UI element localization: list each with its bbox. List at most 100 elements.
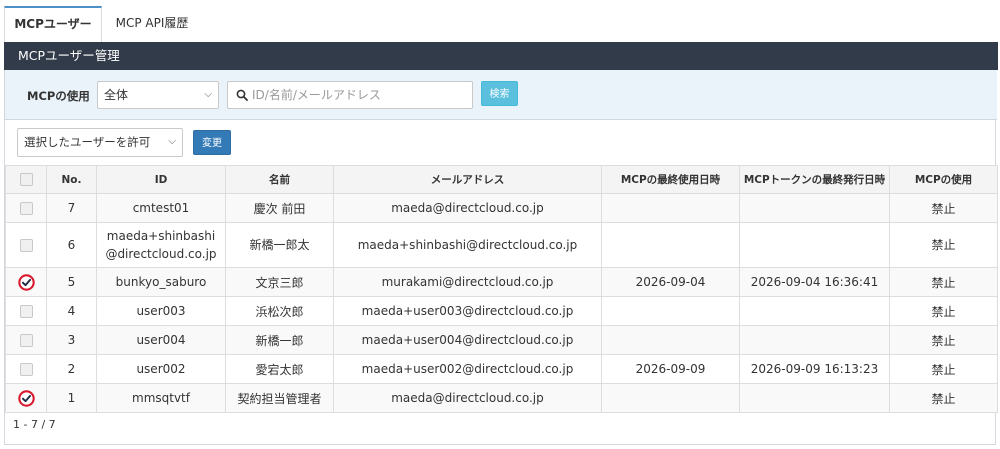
table-row[interactable]: 2 user002 愛宕太郎 maeda+user002@directcloud.co… bbox=[5, 354, 998, 384]
chevron-down-icon: ⌵ bbox=[168, 136, 176, 147]
user-id: maeda+shinbashi@directcloud.co.jp bbox=[96, 222, 226, 268]
select-all-header bbox=[5, 165, 47, 194]
users-table: No. ID 名前 メールアドレス MCPの最終使用日時 MCPトークンの最終発… bbox=[5, 165, 998, 413]
last-token-date bbox=[739, 193, 890, 223]
last-token-date bbox=[739, 383, 890, 413]
last-used-date: 2026-09-09 bbox=[601, 354, 740, 384]
mcp-usage-status: 禁止 bbox=[889, 267, 998, 297]
column-header-no: No. bbox=[46, 165, 97, 194]
user-email: maeda+user004@directcloud.co.jp bbox=[333, 325, 602, 355]
tab-mcp-users[interactable]: MCPユーザー bbox=[4, 6, 102, 42]
mcp-usage-status: 禁止 bbox=[889, 383, 998, 413]
row-checkbox[interactable] bbox=[19, 363, 33, 376]
last-used-date: 2026-09-04 bbox=[601, 267, 740, 297]
row-number: 4 bbox=[46, 296, 97, 326]
last-token-date: 2026-09-04 16:36:41 bbox=[739, 267, 890, 297]
user-id: cmtest01 bbox=[96, 193, 226, 223]
tab-bar: MCPユーザー MCP API履歴 bbox=[0, 0, 1000, 42]
user-name: 文京三郎 bbox=[225, 267, 334, 297]
last-token-date: 2026-09-09 16:13:23 bbox=[739, 354, 890, 384]
column-header-email: メールアドレス bbox=[333, 165, 602, 194]
user-name: 契約担当管理者 bbox=[225, 383, 334, 413]
mcp-usage-status: 禁止 bbox=[889, 325, 998, 355]
search-input[interactable] bbox=[252, 82, 468, 108]
tab-mcp-api-history[interactable]: MCP API履歴 bbox=[102, 6, 202, 42]
table-row[interactable]: 3 user004 新橋一郎 maeda+user004@directcloud.co… bbox=[5, 325, 998, 355]
user-name: 新橋一郎 bbox=[225, 325, 334, 355]
column-header-last-token: MCPトークンの最終発行日時 bbox=[739, 165, 890, 194]
check-circle-icon[interactable] bbox=[17, 273, 35, 291]
table-row[interactable]: 4 user003 浜松次郎 maeda+user003@directcloud.co… bbox=[5, 296, 998, 326]
check-circle-icon[interactable] bbox=[17, 389, 35, 407]
row-checkbox[interactable] bbox=[19, 305, 33, 318]
last-token-date bbox=[739, 325, 890, 355]
row-select-cell bbox=[5, 222, 47, 268]
column-header-name: 名前 bbox=[225, 165, 334, 194]
last-used-date bbox=[601, 193, 740, 223]
user-email: maeda+user002@directcloud.co.jp bbox=[333, 354, 602, 384]
column-header-last-used: MCPの最終使用日時 bbox=[601, 165, 740, 194]
mcp-usage-status: 禁止 bbox=[889, 193, 998, 223]
user-id: mmsqtvtf bbox=[96, 383, 226, 413]
last-token-date bbox=[739, 296, 890, 326]
filter-bar: MCPの使用 全体 ⌵ 検索 bbox=[5, 70, 997, 120]
user-name: 慶次 前田 bbox=[225, 193, 334, 223]
user-id: user003 bbox=[96, 296, 226, 326]
row-number: 6 bbox=[46, 222, 97, 268]
row-checkbox[interactable] bbox=[19, 202, 33, 215]
table-row[interactable]: 6 maeda+shinbashi@directcloud.co.jp 新橋一郎太 m… bbox=[5, 222, 998, 268]
row-checkbox[interactable] bbox=[19, 239, 33, 252]
select-all-checkbox[interactable] bbox=[19, 173, 33, 186]
mcp-user-panel: MCPユーザー管理 MCPの使用 全体 ⌵ 検索 選択したユーザーを許可 ⌵ 変… bbox=[4, 42, 998, 445]
user-email: maeda@directcloud.co.jp bbox=[333, 383, 602, 413]
user-id: bunkyo_saburo bbox=[96, 267, 226, 297]
table-row[interactable]: 5 bunkyo_saburo 文京三郎 murakami@directcloud.c… bbox=[5, 267, 998, 297]
user-id: user002 bbox=[96, 354, 226, 384]
change-button[interactable]: 変更 bbox=[193, 130, 231, 155]
row-select-cell bbox=[5, 267, 47, 297]
column-header-id: ID bbox=[96, 165, 226, 194]
row-number: 3 bbox=[46, 325, 97, 355]
mcp-usage-status: 禁止 bbox=[889, 222, 998, 268]
user-name: 浜松次郎 bbox=[225, 296, 334, 326]
row-number: 2 bbox=[46, 354, 97, 384]
mcp-usage-status: 禁止 bbox=[889, 354, 998, 384]
table-row[interactable]: 7 cmtest01 慶次 前田 maeda@directcloud.co.jp 禁止 bbox=[5, 193, 998, 223]
last-token-date bbox=[739, 222, 890, 268]
user-email: murakami@directcloud.co.jp bbox=[333, 267, 602, 297]
user-email: maeda+shinbashi@directcloud.co.jp bbox=[333, 222, 602, 268]
search-box[interactable] bbox=[227, 81, 473, 109]
search-button[interactable]: 検索 bbox=[481, 81, 518, 106]
table-header-row: No. ID 名前 メールアドレス MCPの最終使用日時 MCPトークンの最終発… bbox=[5, 165, 998, 194]
pagination-info: 1 - 7 / 7 bbox=[13, 418, 56, 431]
user-name: 愛宕太郎 bbox=[225, 354, 334, 384]
mcp-usage-filter-select[interactable]: 全体 ⌵ bbox=[97, 81, 219, 109]
chevron-down-icon: ⌵ bbox=[204, 89, 212, 100]
last-used-date bbox=[601, 325, 740, 355]
row-number: 1 bbox=[46, 383, 97, 413]
search-icon bbox=[236, 89, 248, 101]
bulk-action-select[interactable]: 選択したユーザーを許可 ⌵ bbox=[17, 128, 183, 157]
user-name: 新橋一郎太 bbox=[225, 222, 334, 268]
table-row[interactable]: 1 mmsqtvtf 契約担当管理者 maeda@directcloud.co.jp 禁… bbox=[5, 383, 998, 413]
user-id: user004 bbox=[96, 325, 226, 355]
row-checkbox[interactable] bbox=[19, 334, 33, 347]
row-select-cell bbox=[5, 296, 47, 326]
user-email: maeda@directcloud.co.jp bbox=[333, 193, 602, 223]
row-number: 5 bbox=[46, 267, 97, 297]
last-used-date bbox=[601, 383, 740, 413]
user-email: maeda+user003@directcloud.co.jp bbox=[333, 296, 602, 326]
mcp-usage-filter-value: 全体 bbox=[104, 88, 129, 102]
last-used-date bbox=[601, 222, 740, 268]
panel-title: MCPユーザー管理 bbox=[4, 42, 998, 70]
row-select-cell bbox=[5, 325, 47, 355]
mcp-usage-status: 禁止 bbox=[889, 296, 998, 326]
row-select-cell bbox=[5, 354, 47, 384]
column-header-usage: MCPの使用 bbox=[889, 165, 998, 194]
last-used-date bbox=[601, 296, 740, 326]
row-select-cell bbox=[5, 383, 47, 413]
row-select-cell bbox=[5, 193, 47, 223]
row-number: 7 bbox=[46, 193, 97, 223]
bulk-action-value: 選択したユーザーを許可 bbox=[24, 135, 151, 149]
mcp-usage-filter-label: MCPの使用 bbox=[27, 89, 90, 103]
